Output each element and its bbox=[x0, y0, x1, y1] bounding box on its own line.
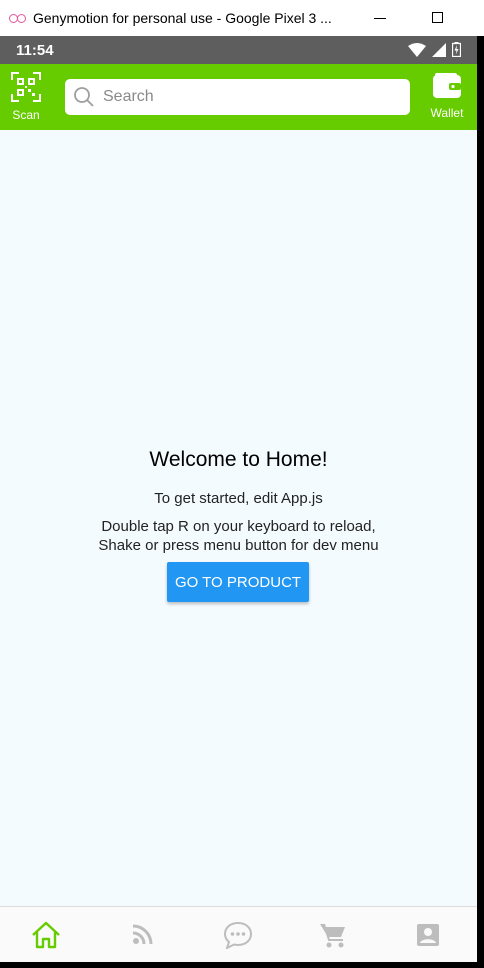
home-icon bbox=[32, 921, 60, 949]
tab-cart[interactable] bbox=[317, 919, 349, 951]
qr-scan-icon bbox=[11, 72, 41, 102]
status-time: 11:54 bbox=[16, 41, 54, 59]
cart-icon bbox=[320, 923, 345, 948]
status-bar: 11:54 bbox=[0, 36, 477, 64]
minimize-button[interactable] bbox=[366, 8, 394, 28]
bottom-tab-bar bbox=[0, 906, 477, 962]
search-input[interactable] bbox=[101, 87, 395, 107]
instructions-line-1: Double tap R on your keyboard to reload, bbox=[101, 518, 376, 535]
tab-profile[interactable] bbox=[412, 919, 444, 951]
scan-button[interactable]: Scan bbox=[6, 72, 46, 124]
search-bar[interactable] bbox=[65, 79, 410, 115]
welcome-heading: Welcome to Home! bbox=[149, 448, 328, 471]
go-to-product-button[interactable]: GO TO PRODUCT bbox=[167, 562, 309, 602]
wallet-button[interactable]: Wallet bbox=[424, 72, 470, 124]
app-header: Scan Wallet bbox=[0, 64, 477, 130]
feed-icon bbox=[132, 924, 153, 945]
signal-icon bbox=[432, 42, 446, 57]
scan-label: Scan bbox=[12, 108, 40, 122]
chat-icon bbox=[223, 921, 253, 949]
window-frame-bottom bbox=[0, 962, 484, 968]
wallet-icon bbox=[433, 73, 461, 98]
window-title: Genymotion for personal use - Google Pix… bbox=[33, 10, 332, 26]
getting-started-text: To get started, edit App.js bbox=[154, 490, 323, 507]
tab-chat[interactable] bbox=[222, 919, 254, 951]
wallet-label: Wallet bbox=[430, 106, 464, 120]
dev-instructions: Double tap R on your keyboard to reload,… bbox=[0, 517, 477, 555]
window-frame-right bbox=[477, 36, 484, 968]
instructions-line-2: Shake or press menu button for dev menu bbox=[98, 537, 379, 554]
window-titlebar: Genymotion for personal use - Google Pix… bbox=[0, 0, 484, 36]
main-content: Welcome to Home! To get started, edit Ap… bbox=[0, 130, 477, 906]
battery-icon bbox=[452, 42, 461, 57]
tab-feed[interactable] bbox=[126, 919, 158, 951]
genymotion-logo-icon bbox=[9, 12, 27, 24]
tab-home[interactable] bbox=[30, 919, 62, 951]
search-icon bbox=[74, 87, 94, 107]
wifi-icon bbox=[408, 42, 426, 57]
profile-icon bbox=[417, 924, 439, 946]
maximize-button[interactable] bbox=[424, 8, 452, 28]
